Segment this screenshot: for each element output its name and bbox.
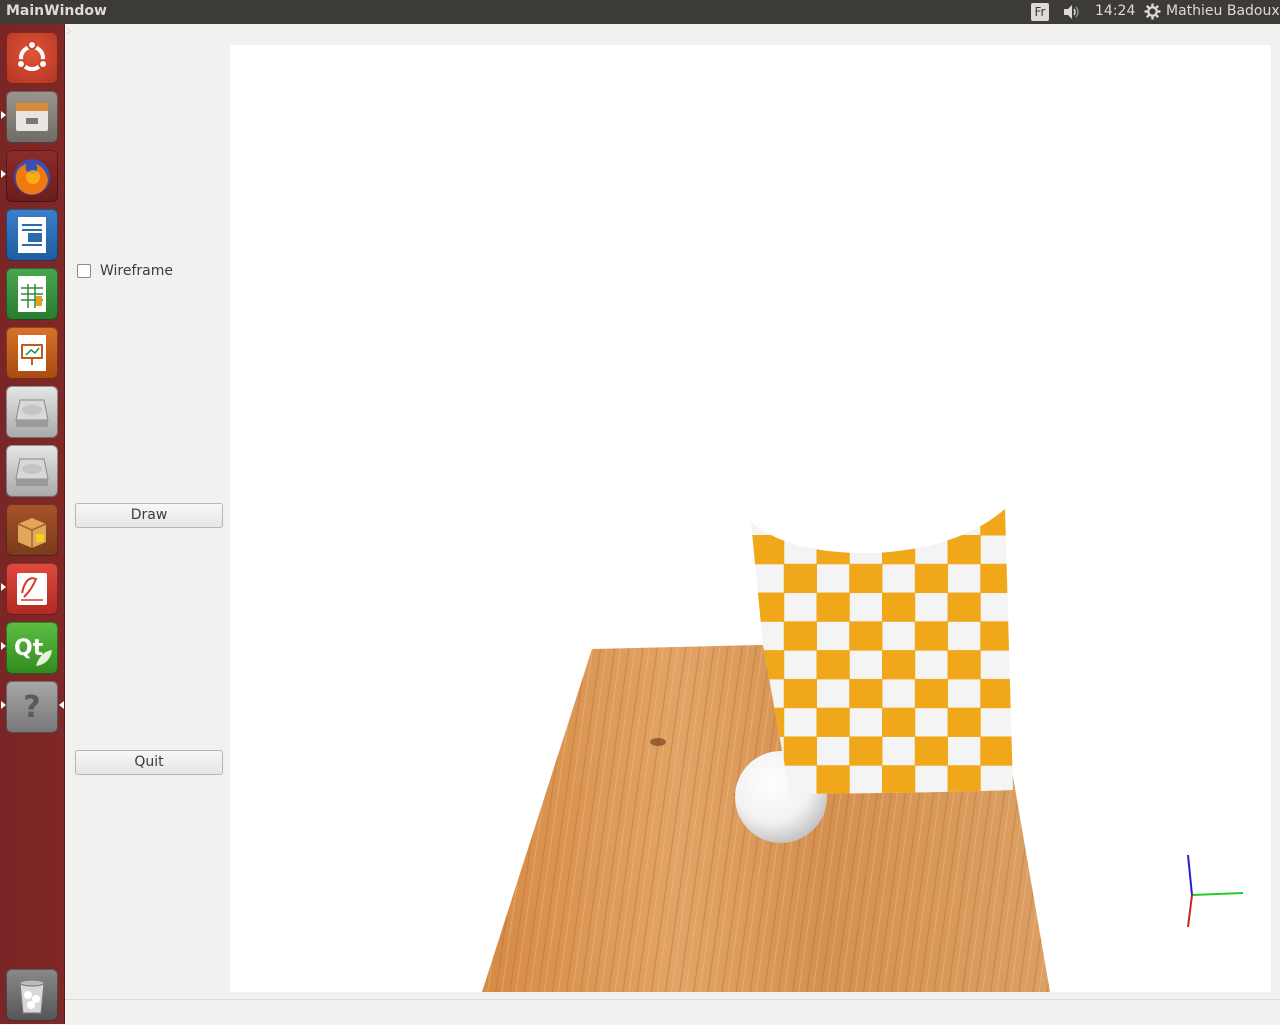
cloth-square	[783, 678, 817, 709]
cloth-square	[882, 592, 916, 622]
ubuntu-dash-icon[interactable]	[6, 32, 58, 84]
gl-viewport[interactable]	[230, 45, 1271, 992]
cloth-square	[816, 535, 850, 565]
cloth-square	[882, 535, 916, 565]
cloth-square	[849, 678, 883, 709]
cloth-square	[980, 563, 1013, 594]
trash-icon[interactable]	[6, 969, 58, 1021]
libreoffice-calc-icon[interactable]	[6, 268, 58, 320]
cloth-square	[849, 563, 883, 594]
cloth-square	[783, 736, 817, 766]
focused-indicator	[59, 701, 64, 709]
cloth-square	[947, 535, 981, 565]
files-icon[interactable]	[6, 91, 58, 143]
cloth-square	[914, 678, 948, 709]
cloth-square	[914, 509, 948, 536]
cloth-square	[980, 736, 1013, 766]
status-bar	[65, 999, 1280, 1025]
wireframe-checkbox[interactable]	[77, 264, 91, 278]
cloth-square	[783, 563, 817, 594]
scene-canvas	[482, 509, 1244, 992]
cloth-square	[947, 707, 981, 737]
quit-button[interactable]: Quit	[75, 750, 223, 775]
draw-button[interactable]: Draw	[75, 503, 223, 528]
user-name[interactable]: Mathieu Badoux	[1166, 3, 1280, 19]
cloth-square	[849, 509, 883, 536]
keyboard-layout-icon[interactable]: Fr	[1031, 3, 1049, 21]
cloth-square	[816, 592, 850, 622]
window-title: MainWindow	[6, 3, 107, 19]
cloth-square	[914, 621, 948, 651]
cloth-square	[783, 509, 817, 536]
cloth-square	[980, 621, 1013, 651]
firefox-icon[interactable]	[6, 150, 58, 202]
wireframe-label: Wireframe	[100, 263, 174, 279]
cloth-square	[882, 765, 916, 794]
splitter-handle[interactable]	[67, 28, 71, 34]
drive-icon[interactable]	[6, 445, 58, 497]
volume-icon[interactable]	[1062, 4, 1082, 20]
cloth-square	[816, 650, 850, 680]
wireframe-option[interactable]: Wireframe	[77, 262, 173, 280]
cloth-square	[816, 707, 850, 737]
checkered-cloth	[751, 509, 1013, 794]
cloth-square	[980, 678, 1013, 709]
cloth-square	[947, 592, 981, 622]
cloth-square	[751, 592, 785, 622]
axis-gizmo	[1187, 854, 1244, 928]
cloth-square	[947, 765, 981, 794]
document-viewer-icon[interactable]	[6, 563, 58, 615]
libreoffice-writer-icon[interactable]	[6, 209, 58, 261]
cloth-square	[751, 535, 785, 565]
cloth-square	[849, 621, 883, 651]
libreoffice-impress-icon[interactable]	[6, 327, 58, 379]
launcher: Qt ?	[0, 24, 65, 1024]
cloth-square	[980, 509, 1013, 536]
software-center-icon[interactable]	[6, 504, 58, 556]
cloth-square	[947, 650, 981, 680]
settings-gear-icon[interactable]	[1144, 3, 1161, 20]
top-panel: MainWindow Fr 14:24 Mathieu Badoux	[0, 0, 1280, 24]
unknown-app-label: ?	[23, 689, 41, 725]
cloth-square	[816, 765, 850, 794]
cloth-square	[914, 563, 948, 594]
cloth-square	[783, 621, 817, 651]
cloth-square	[914, 736, 948, 766]
unknown-app-icon[interactable]: ?	[6, 681, 58, 733]
cloth-square	[882, 707, 916, 737]
cloth-square	[882, 650, 916, 680]
clock[interactable]: 14:24	[1095, 3, 1135, 19]
drive-icon[interactable]	[6, 386, 58, 438]
qt-creator-icon[interactable]: Qt	[6, 622, 58, 674]
cloth-square	[849, 736, 883, 766]
